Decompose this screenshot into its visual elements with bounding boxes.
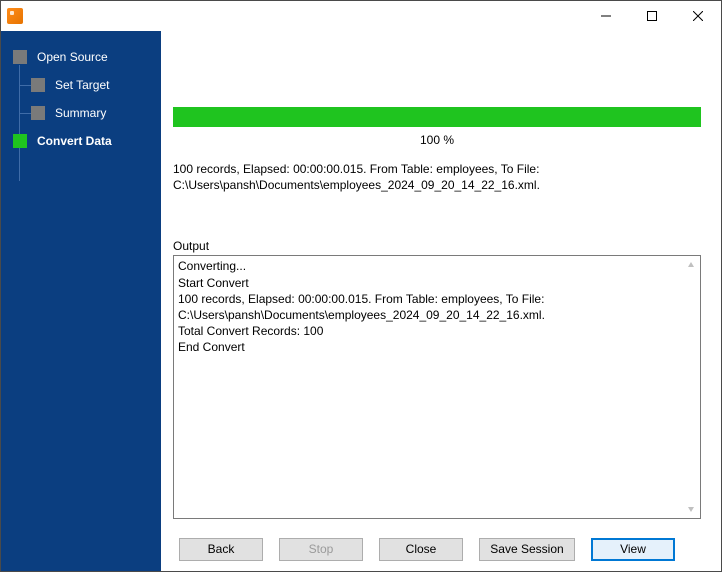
button-label: Back xyxy=(208,542,235,556)
close-window-button[interactable] xyxy=(675,1,721,31)
sidebar-item-convert-data[interactable]: Convert Data xyxy=(1,127,161,155)
output-content: Converting... Start Convert 100 records,… xyxy=(178,258,682,516)
main-panel: 100 % 100 records, Elapsed: 00:00:00.015… xyxy=(161,31,721,571)
status-line-1: 100 records, Elapsed: 00:00:00.015. From… xyxy=(173,161,701,177)
sidebar-item-set-target[interactable]: Set Target xyxy=(1,71,161,99)
progress-bar xyxy=(173,107,701,127)
step-box-icon xyxy=(31,78,45,92)
step-box-icon xyxy=(13,134,27,148)
output-line: Converting... xyxy=(178,258,682,274)
output-line: 100 records, Elapsed: 00:00:00.015. From… xyxy=(178,291,682,323)
maximize-icon xyxy=(647,11,657,21)
button-row: Back Stop Close Save Session View xyxy=(161,527,721,571)
button-label: View xyxy=(620,542,646,556)
step-box-icon xyxy=(13,50,27,64)
sidebar-item-label: Set Target xyxy=(55,78,109,92)
titlebar xyxy=(1,1,721,31)
titlebar-left xyxy=(1,8,23,24)
sidebar-item-summary[interactable]: Summary xyxy=(1,99,161,127)
close-button[interactable]: Close xyxy=(379,538,463,561)
output-textarea[interactable]: Converting... Start Convert 100 records,… xyxy=(173,255,701,519)
stop-button: Stop xyxy=(279,538,363,561)
step-box-icon xyxy=(31,106,45,120)
body-area: Open Source Set Target Summary Convert D… xyxy=(1,31,721,571)
minimize-icon xyxy=(601,11,611,21)
output-label: Output xyxy=(173,239,701,253)
status-line-2: C:\Users\pansh\Documents\employees_2024_… xyxy=(173,177,701,193)
sidebar-item-label: Open Source xyxy=(37,50,108,64)
back-button[interactable]: Back xyxy=(179,538,263,561)
top-spacer xyxy=(173,31,701,107)
sidebar-tree: Open Source Set Target Summary Convert D… xyxy=(1,43,161,155)
maximize-button[interactable] xyxy=(629,1,675,31)
status-text: 100 records, Elapsed: 00:00:00.015. From… xyxy=(173,161,701,193)
content-stack: 100 % 100 records, Elapsed: 00:00:00.015… xyxy=(161,31,721,527)
button-label: Close xyxy=(406,542,437,556)
output-line: Start Convert xyxy=(178,275,682,291)
button-label: Stop xyxy=(309,542,334,556)
output-line: Total Convert Records: 100 xyxy=(178,323,682,339)
button-label: Save Session xyxy=(490,542,563,556)
close-icon xyxy=(693,11,703,21)
sidebar-item-label: Summary xyxy=(55,106,106,120)
output-line: End Convert xyxy=(178,339,682,355)
sidebar-item-label: Convert Data xyxy=(37,134,112,148)
scroll-down-icon[interactable] xyxy=(683,501,699,517)
view-button[interactable]: View xyxy=(591,538,675,561)
progress-percent-label: 100 % xyxy=(173,133,701,147)
sidebar-item-open-source[interactable]: Open Source xyxy=(1,43,161,71)
window-controls xyxy=(583,1,721,31)
app-icon xyxy=(7,8,23,24)
sidebar: Open Source Set Target Summary Convert D… xyxy=(1,31,161,571)
save-session-button[interactable]: Save Session xyxy=(479,538,575,561)
scroll-up-icon[interactable] xyxy=(683,257,699,273)
app-window: Open Source Set Target Summary Convert D… xyxy=(0,0,722,572)
minimize-button[interactable] xyxy=(583,1,629,31)
